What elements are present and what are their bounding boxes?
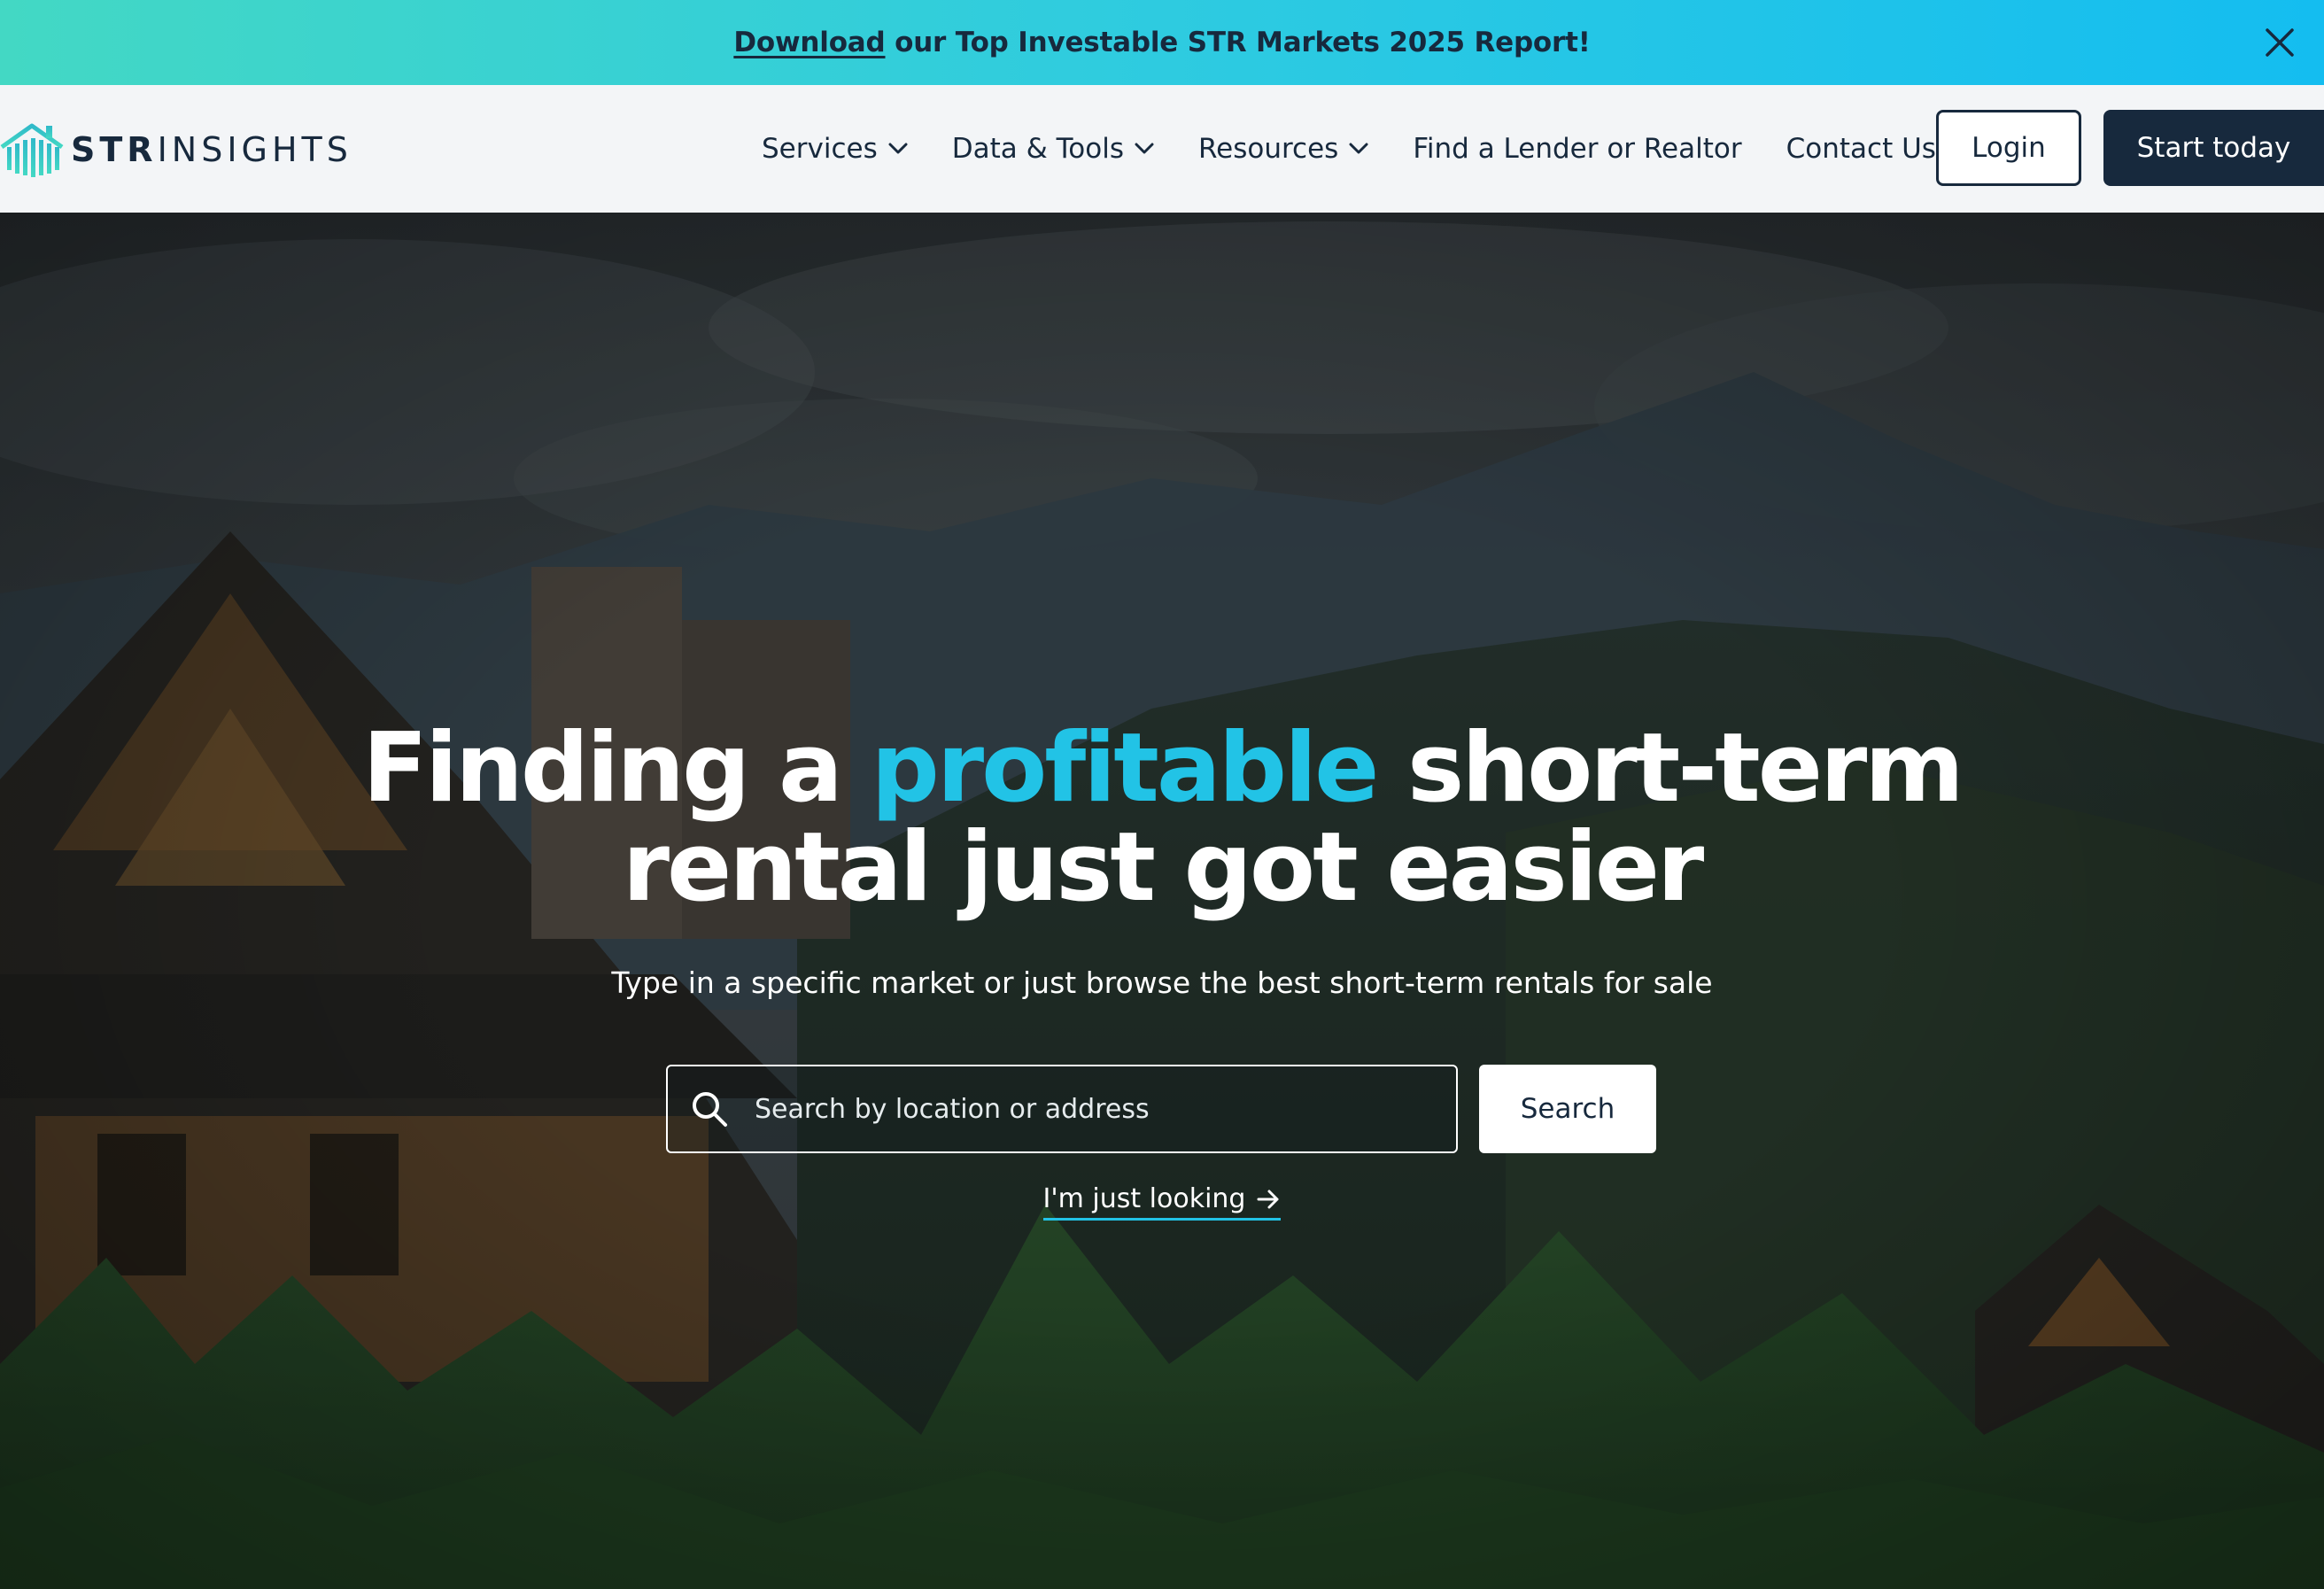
announcement-message: our Top Investable STR Markets 2025 Repo… [885,27,1591,58]
nav-services[interactable]: Services [762,133,908,165]
hero-title-part2: short-term [1376,713,1964,824]
chevron-down-icon [1135,143,1154,154]
hero-title-accent: profitable [871,713,1380,824]
announcement-text: Download our Top Investable STR Markets … [733,27,1591,58]
download-report-link[interactable]: Download [733,27,885,58]
nav-resources[interactable]: Resources [1198,133,1368,165]
hero-title-part1: Finding a [362,713,872,824]
hero-subtitle: Type in a specific market or just browse… [611,965,1713,1000]
logo-wordmark-regular: INSIGHTS [157,130,352,169]
nav-resources-label: Resources [1198,133,1339,165]
start-today-button[interactable]: Start today [2103,110,2324,186]
announcement-bar: Download our Top Investable STR Markets … [0,0,2324,85]
nav-find-lender-realtor[interactable]: Find a Lender or Realtor [1413,133,1741,165]
hero-title: Finding a profitable short-term rental j… [0,719,2324,918]
nav-data-tools-label: Data & Tools [951,133,1124,165]
nav-find-lender-realtor-label: Find a Lender or Realtor [1413,133,1742,165]
hero-section: Finding a profitable short-term rental j… [0,213,2324,1589]
search-box [666,1065,1458,1153]
chevron-down-icon [888,143,908,154]
arrow-right-icon [1257,1190,1279,1208]
nav-contact-us-label: Contact Us [1786,133,1936,165]
logo-wordmark: STRINSIGHTS [71,130,352,169]
logo-wordmark-bold: STR [71,130,158,169]
just-looking-link[interactable]: I'm just looking [1042,1183,1282,1221]
site-header: STRINSIGHTS Services Data & Tools Resour… [0,85,2324,213]
main-nav: Services Data & Tools Resources Find a L… [762,85,1980,213]
nav-data-tools[interactable]: Data & Tools [952,133,1154,165]
nav-contact-us[interactable]: Contact Us [1786,133,1936,165]
nav-services-label: Services [762,133,878,165]
login-button[interactable]: Login [1936,110,2081,186]
just-looking-container: I'm just looking [0,1183,2324,1221]
chevron-down-icon [1349,143,1368,154]
logo[interactable]: STRINSIGHTS [0,119,352,181]
search-icon [693,1092,727,1127]
search-input[interactable] [753,1069,1456,1149]
hero-title-line2: rental just got easier [622,812,1705,923]
search-button[interactable]: Search [1479,1065,1656,1153]
close-icon[interactable] [2260,23,2299,62]
just-looking-label: I'm just looking [1042,1183,1246,1214]
building-logo-icon [0,123,64,177]
